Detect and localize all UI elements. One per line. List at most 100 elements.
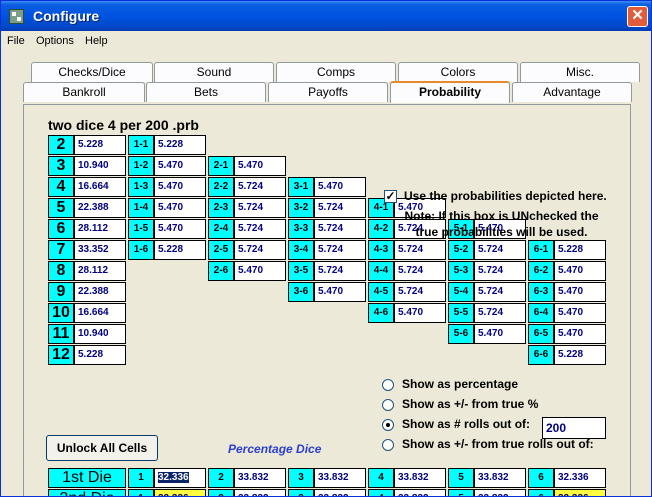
- dice-pair-value-cell[interactable]: 5.470: [154, 198, 206, 218]
- sum-value-cell[interactable]: 28.112: [74, 219, 126, 239]
- tab-bankroll[interactable]: Bankroll: [23, 82, 145, 102]
- dice-pair-value-cell[interactable]: 5.228: [154, 240, 206, 260]
- dice-pair-value-cell[interactable]: 5.228: [554, 345, 606, 365]
- dice-pair-value-cell[interactable]: 5.724: [474, 303, 526, 323]
- tab-payoffs[interactable]: Payoffs: [268, 82, 388, 102]
- menu-options[interactable]: Options: [36, 35, 74, 47]
- sum-value-cell[interactable]: 22.388: [74, 198, 126, 218]
- close-button[interactable]: ✕: [627, 6, 648, 27]
- sum-value-cell[interactable]: 22.388: [74, 282, 126, 302]
- dice-pair-label: 3-2: [288, 198, 314, 218]
- dice-pair-value-cell[interactable]: 5.724: [234, 219, 286, 239]
- dice-pair-value-cell[interactable]: 5.724: [234, 240, 286, 260]
- tab-bets[interactable]: Bets: [146, 82, 266, 102]
- die-face-label: 3: [288, 489, 314, 496]
- tab-sound[interactable]: Sound: [154, 62, 274, 82]
- sum-value-cell[interactable]: 33.352: [74, 240, 126, 260]
- dice-pair-value-cell[interactable]: 5.470: [234, 156, 286, 176]
- dice-pair-label: 2-2: [208, 177, 234, 197]
- die-face-value-cell[interactable]: 33.832: [234, 489, 286, 496]
- sum-value-cell[interactable]: 16.664: [74, 303, 126, 323]
- dice-pair-label: 3-1: [288, 177, 314, 197]
- dice-pair-label: 5-3: [448, 261, 474, 281]
- die-face-value-cell[interactable]: 33.832: [474, 489, 526, 496]
- tab-misc[interactable]: Misc.: [520, 62, 640, 82]
- die-face-value-cell[interactable]: 33.832: [394, 489, 446, 496]
- dice-pair-value-cell[interactable]: 5.470: [474, 324, 526, 344]
- die-face-label: 4: [368, 468, 394, 488]
- radio-show-rolls-out-of[interactable]: [382, 419, 394, 431]
- dice-pair-value-cell[interactable]: 5.724: [474, 282, 526, 302]
- menu-help[interactable]: Help: [85, 35, 108, 47]
- die-face-value-cell[interactable]: 33.832: [314, 468, 366, 488]
- sum-label: 3: [48, 156, 74, 176]
- menu-file[interactable]: File: [7, 35, 25, 47]
- die-face-value-cell[interactable]: 33.832: [394, 468, 446, 488]
- note-line-2: true probabilities will be used.: [415, 225, 588, 239]
- die-face-value-cell[interactable]: 33.832: [314, 489, 366, 496]
- dice-pair-value-cell[interactable]: 5.470: [314, 282, 366, 302]
- dice-pair-value-cell[interactable]: 5.724: [314, 219, 366, 239]
- die-face-label: 2: [208, 489, 234, 496]
- dice-pair-value-cell[interactable]: 5.724: [234, 198, 286, 218]
- dice-pair-value-cell[interactable]: 5.470: [394, 303, 446, 323]
- probability-panel: two dice 4 per 200 .prb 2 5.228 1-1 5.228 3 1…: [23, 104, 631, 496]
- dice-pair-value-cell[interactable]: 5.470: [554, 282, 606, 302]
- die-face-value-cell[interactable]: 32.336: [154, 489, 206, 496]
- dice-pair-value-cell[interactable]: 5.724: [394, 261, 446, 281]
- die-face-value-cell[interactable]: 32.336: [154, 468, 206, 488]
- dice-pair-value-cell[interactable]: 5.470: [314, 177, 366, 197]
- die-face-label: 5: [448, 468, 474, 488]
- sum-label: 4: [48, 177, 74, 197]
- tab-checks-dice[interactable]: Checks/Dice: [31, 62, 153, 82]
- sum-value-cell[interactable]: 10.940: [74, 324, 126, 344]
- tab-probability[interactable]: Probability: [390, 81, 510, 103]
- dice-pair-value-cell[interactable]: 5.470: [554, 261, 606, 281]
- dice-pair-value-cell[interactable]: 5.470: [234, 261, 286, 281]
- sum-value-cell[interactable]: 5.228: [74, 345, 126, 365]
- dice-pair-value-cell[interactable]: 5.228: [554, 240, 606, 260]
- dice-pair-value-cell[interactable]: 5.724: [234, 177, 286, 197]
- die-face-value-cell[interactable]: 32.336: [554, 468, 606, 488]
- dice-pair-label: 5-4: [448, 282, 474, 302]
- die-face-label: 1: [128, 489, 154, 496]
- sum-value-cell[interactable]: 10.940: [74, 156, 126, 176]
- dice-pair-value-cell[interactable]: 5.724: [474, 240, 526, 260]
- dice-pair-value-cell[interactable]: 5.724: [314, 198, 366, 218]
- die-face-label: 4: [368, 489, 394, 496]
- radio-show-plusminus-true-pct[interactable]: [382, 399, 394, 411]
- radio-show-percentage[interactable]: [382, 379, 394, 391]
- sum-label: 8: [48, 261, 74, 281]
- dice-pair-value-cell[interactable]: 5.724: [394, 240, 446, 260]
- unlock-all-cells-button[interactable]: Unlock All Cells: [46, 435, 158, 461]
- use-probabilities-checkbox[interactable]: ✓: [384, 190, 397, 203]
- dice-pair-value-cell[interactable]: 5.470: [554, 303, 606, 323]
- rolls-out-of-input[interactable]: 200: [542, 417, 606, 439]
- dice-pair-value-cell[interactable]: 5.228: [154, 135, 206, 155]
- tab-colors[interactable]: Colors: [398, 62, 518, 82]
- dice-pair-value-cell[interactable]: 5.470: [554, 324, 606, 344]
- dice-pair-value-cell[interactable]: 5.724: [474, 261, 526, 281]
- tab-advantage[interactable]: Advantage: [512, 82, 632, 102]
- die-face-label: 1: [128, 468, 154, 488]
- dice-pair-value-cell[interactable]: 5.470: [154, 177, 206, 197]
- dice-pair-label: 6-5: [528, 324, 554, 344]
- sum-value-cell[interactable]: 16.664: [74, 177, 126, 197]
- radio-show-plusminus-true-rolls[interactable]: [382, 439, 394, 451]
- dice-pair-value-cell[interactable]: 5.724: [314, 261, 366, 281]
- die-face-value-cell[interactable]: 33.832: [234, 468, 286, 488]
- die-face-value-cell[interactable]: 33.832: [474, 468, 526, 488]
- die-face-value-cell[interactable]: 32.336: [554, 489, 606, 496]
- title-bar[interactable]: Configure ✕: [1, 1, 651, 31]
- dice-pair-label: 5-5: [448, 303, 474, 323]
- dice-pair-value-cell[interactable]: 5.470: [154, 219, 206, 239]
- selected-value-text: 32.336: [158, 472, 189, 483]
- sum-value-cell[interactable]: 5.228: [74, 135, 126, 155]
- dice-pair-value-cell[interactable]: 5.724: [394, 282, 446, 302]
- dice-pair-label: 5-6: [448, 324, 474, 344]
- window-title: Configure: [33, 8, 100, 24]
- dice-pair-value-cell[interactable]: 5.470: [154, 156, 206, 176]
- tab-comps[interactable]: Comps: [276, 62, 396, 82]
- dice-pair-value-cell[interactable]: 5.724: [314, 240, 366, 260]
- sum-value-cell[interactable]: 28.112: [74, 261, 126, 281]
